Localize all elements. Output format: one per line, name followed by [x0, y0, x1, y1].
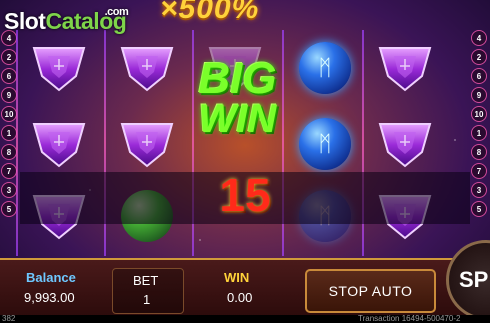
payline-number: 2	[1, 49, 17, 65]
payline-number: 10	[1, 106, 17, 122]
purple-shield-symbol	[30, 118, 88, 170]
purple-shield-symbol	[118, 42, 176, 94]
footer-id: 382	[2, 314, 16, 323]
payline-number: 9	[471, 87, 487, 103]
slot-game-stage: 42691018735 42691018735 ᛗᛗᛗ ×500% SlotCa…	[0, 0, 490, 323]
payline-number: 3	[1, 182, 17, 198]
payline-number: 5	[471, 201, 487, 217]
payline-number: 1	[471, 125, 487, 141]
payline-number: 6	[1, 68, 17, 84]
purple-shield-symbol	[30, 42, 88, 94]
big-win-line1: BIG	[198, 54, 277, 103]
payline-number: 6	[471, 68, 487, 84]
payline-number: 5	[1, 201, 17, 217]
payline-number: 1	[1, 125, 17, 141]
bet-value: 1	[143, 292, 151, 307]
bet-selector[interactable]: BET 1	[112, 268, 184, 314]
big-win-banner: BIG WIN	[180, 54, 295, 141]
footer-bar: 382 Transaction 16494-500470-2	[0, 315, 490, 323]
payline-number: 7	[1, 163, 17, 179]
payline-number: 2	[471, 49, 487, 65]
transaction-id: Transaction 16494-500470-2	[358, 314, 461, 323]
win-label: WIN	[224, 270, 250, 285]
reel-separator	[16, 30, 18, 256]
payline-number: 10	[471, 106, 487, 122]
payline-number: 7	[471, 163, 487, 179]
balance-label: Balance	[26, 270, 76, 285]
payline-number: 8	[471, 144, 487, 160]
blue-orb-symbol: ᛗ	[296, 118, 354, 170]
win-value: 0.00	[227, 290, 253, 305]
stop-auto-button[interactable]: STOP AUTO	[305, 269, 436, 313]
blue-orb-symbol: ᛗ	[296, 42, 354, 94]
big-win-amount: 15	[219, 169, 271, 221]
balance-value: 9,993.00	[24, 290, 75, 305]
bet-label: BET	[133, 273, 159, 288]
payline-number: 8	[1, 144, 17, 160]
slotcatalog-watermark: SlotCatalog .com	[4, 6, 129, 34]
purple-shield-symbol	[376, 42, 434, 94]
purple-shield-symbol	[118, 118, 176, 170]
payline-number: 9	[1, 87, 17, 103]
purple-shield-symbol	[376, 118, 434, 170]
payline-number: 4	[471, 30, 487, 46]
multiplier-banner: ×500%	[160, 0, 260, 25]
bottom-control-bar: Balance 9,993.00 BET 1 WIN 0.00 STOP AUT…	[0, 240, 490, 320]
payline-number: 3	[471, 182, 487, 198]
payline-numbers-right: 4 2 6 9 10 1 8 7 3 5	[471, 30, 489, 217]
big-win-line2: WIN	[198, 97, 277, 141]
